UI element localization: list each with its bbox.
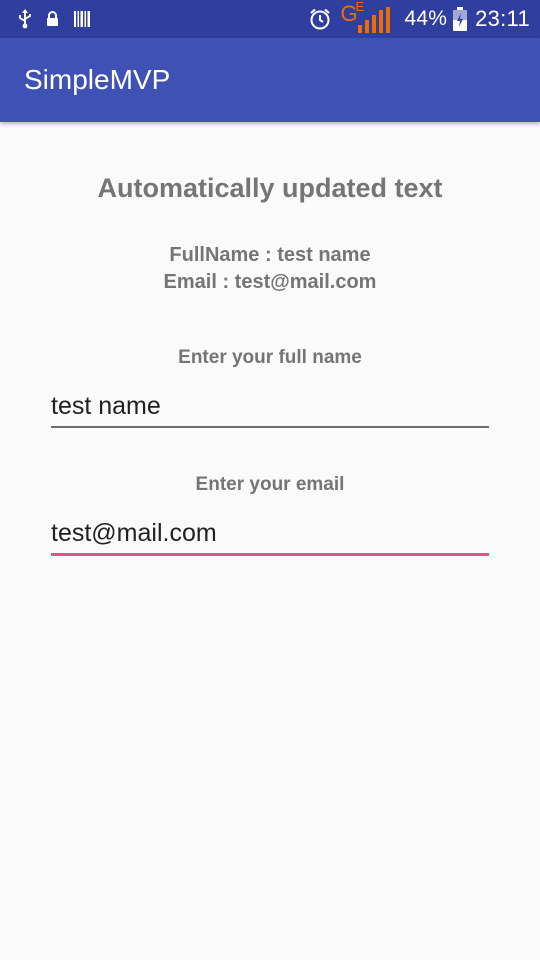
battery-percent: 44% bbox=[404, 7, 448, 30]
email-summary: Email : test@mail.com bbox=[163, 271, 377, 293]
app-title: SimpleMVP bbox=[24, 64, 171, 95]
alarm-icon bbox=[308, 7, 332, 31]
barcode-icon bbox=[73, 10, 91, 28]
page-heading: Automatically updated text bbox=[97, 173, 443, 203]
status-bar: G E 44% 23:11 bbox=[0, 0, 540, 38]
status-left-icons bbox=[18, 8, 91, 30]
battery-icon bbox=[453, 7, 468, 31]
lock-icon bbox=[46, 11, 59, 27]
app-bar: SimpleMVP bbox=[0, 38, 540, 122]
full-name-label: Enter your full name bbox=[178, 347, 362, 368]
signal-icon: G E bbox=[338, 0, 391, 35]
status-right-icons: G E 44% 23:11 bbox=[308, 0, 530, 35]
summary-text: FullName : test name Email : test@mail.c… bbox=[0, 242, 540, 296]
usb-icon bbox=[18, 9, 32, 29]
full-name-summary: FullName : test name bbox=[169, 244, 371, 266]
clock: 23:11 bbox=[475, 6, 530, 31]
email-label: Enter your email bbox=[195, 474, 345, 495]
full-name-field[interactable] bbox=[51, 386, 489, 428]
email-field[interactable] bbox=[51, 513, 489, 556]
